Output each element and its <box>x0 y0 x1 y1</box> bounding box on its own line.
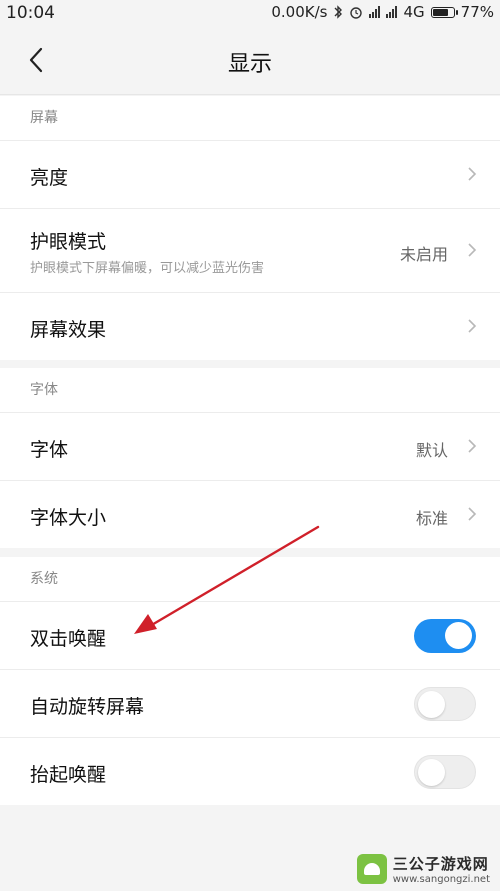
eye-care-row[interactable]: 护眼模式 护眼模式下屏幕偏暖，可以减少蓝光伤害 未启用 <box>0 209 500 293</box>
section-screen: 屏幕 亮度 护眼模式 护眼模式下屏幕偏暖，可以减少蓝光伤害 未启用 屏幕效果 <box>0 96 500 360</box>
font-face-label: 字体 <box>30 439 69 461</box>
toggle-knob <box>445 622 472 649</box>
brightness-label: 亮度 <box>30 167 69 189</box>
font-face-value: 默认 <box>415 441 448 460</box>
lift-to-wake-label: 抬起唤醒 <box>30 764 107 786</box>
signal-icon <box>369 6 381 18</box>
section-header-font: 字体 <box>0 368 500 413</box>
eye-care-value: 未启用 <box>399 245 448 264</box>
watermark-title: 三公子游戏网 <box>392 855 489 873</box>
status-time: 10:04 <box>6 3 55 23</box>
watermark-url: www.sangongzi.net <box>392 874 490 885</box>
chevron-right-icon <box>468 507 477 521</box>
chevron-right-icon <box>468 319 477 333</box>
double-tap-wake-toggle[interactable] <box>414 619 476 653</box>
lift-to-wake-toggle[interactable] <box>414 755 476 789</box>
status-bar: 10:04 0.00K/s 4G 77% <box>0 0 500 26</box>
eye-care-label: 护眼模式 <box>30 231 107 253</box>
auto-rotate-toggle[interactable] <box>414 687 476 721</box>
toggle-knob <box>418 759 445 786</box>
page-title: 显示 <box>227 52 272 77</box>
battery-percent: 77% <box>460 3 494 21</box>
font-face-row[interactable]: 字体 默认 <box>0 413 500 481</box>
section-system: 系统 双击唤醒 自动旋转屏幕 抬起唤醒 <box>0 557 500 805</box>
double-tap-wake-row[interactable]: 双击唤醒 <box>0 602 500 670</box>
watermark: 三公子游戏网 www.sangongzi.net <box>356 853 490 885</box>
android-logo-icon <box>356 854 387 884</box>
section-header-screen: 屏幕 <box>0 96 500 141</box>
font-size-value: 标准 <box>415 509 448 528</box>
network-type: 4G <box>403 3 425 21</box>
font-size-row[interactable]: 字体大小 标准 <box>0 481 500 548</box>
status-indicators: 0.00K/s 4G 77% <box>271 3 494 21</box>
section-header-system: 系统 <box>0 557 500 602</box>
auto-rotate-label: 自动旋转屏幕 <box>30 696 145 718</box>
chevron-right-icon <box>468 243 477 257</box>
network-speed: 0.00K/s <box>271 3 328 21</box>
chevron-right-icon <box>468 439 477 453</box>
bluetooth-icon <box>334 5 343 19</box>
screen-effect-row[interactable]: 屏幕效果 <box>0 293 500 360</box>
toggle-knob <box>418 691 445 718</box>
eye-care-subtitle: 护眼模式下屏幕偏暖，可以减少蓝光伤害 <box>30 261 265 276</box>
brightness-row[interactable]: 亮度 <box>0 141 500 209</box>
battery-icon <box>430 6 458 18</box>
signal-icon-2 <box>386 6 398 18</box>
auto-rotate-row[interactable]: 自动旋转屏幕 <box>0 670 500 738</box>
font-size-label: 字体大小 <box>30 507 107 529</box>
alarm-icon <box>350 7 363 19</box>
top-bar: 显示 <box>0 26 500 95</box>
lift-to-wake-row[interactable]: 抬起唤醒 <box>0 738 500 805</box>
section-font: 字体 字体 默认 字体大小 标准 <box>0 368 500 548</box>
screen-effect-label: 屏幕效果 <box>30 319 107 341</box>
chevron-right-icon <box>468 167 477 181</box>
double-tap-wake-label: 双击唤醒 <box>30 628 107 650</box>
